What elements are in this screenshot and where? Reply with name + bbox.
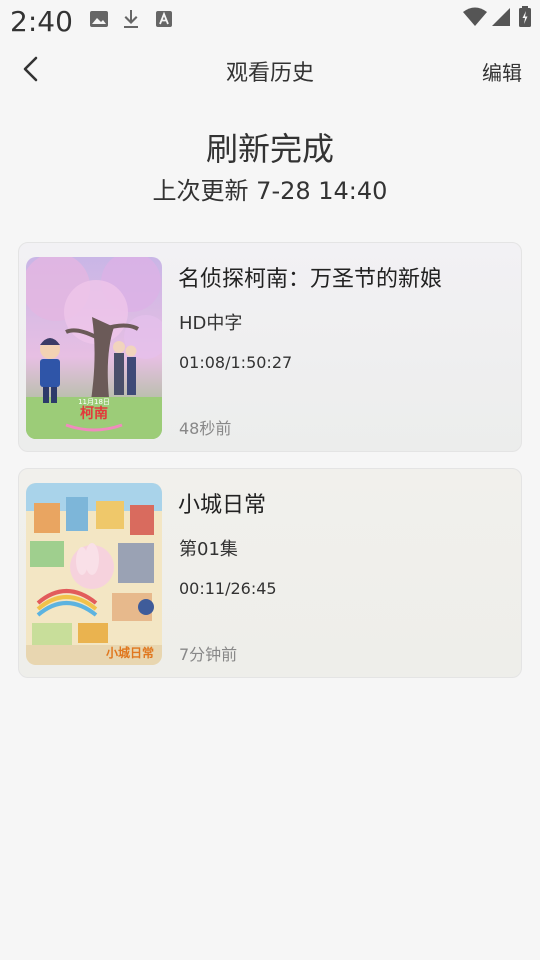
last-update-time: 上次更新 7-28 14:40 — [152, 177, 388, 205]
watched-time-ago: 7分钟前 — [179, 645, 238, 664]
poster-logo-text: 柯南 — [80, 405, 108, 422]
status-time: 2:40 — [10, 5, 73, 38]
edit-button[interactable]: 编辑 — [482, 57, 522, 86]
gallery-icon — [89, 10, 109, 32]
poster-image: 小城日常 — [26, 483, 162, 665]
watch-progress: 00:11/26:45 — [179, 579, 277, 598]
page-title: 观看历史 — [225, 61, 314, 86]
signal-icon — [490, 7, 512, 31]
download-icon — [122, 9, 140, 33]
video-subtitle: 第01集 — [179, 539, 238, 560]
status-bar: 2:40 — [0, 0, 540, 44]
text-icon — [155, 10, 173, 32]
chevron-left-icon — [23, 56, 38, 82]
refresh-status-title: 刷新完成 — [205, 130, 334, 168]
watch-progress: 01:08/1:50:27 — [179, 353, 293, 372]
watched-time-ago: 48秒前 — [179, 419, 232, 438]
video-title: 名侦探柯南：万圣节的新娘 — [178, 267, 443, 292]
poster-logo-text: 小城日常 — [106, 645, 154, 660]
poster-image: 11月18日 柯南 — [26, 257, 162, 439]
svg-text:11月18日: 11月18日 — [78, 398, 110, 406]
video-title: 小城日常 — [178, 493, 267, 518]
wifi-icon — [462, 7, 488, 31]
battery-icon — [518, 6, 532, 32]
history-item-city-daily[interactable]: 小城日常 小城日常 第01集 00:11/26:45 7分钟前 — [18, 468, 522, 678]
history-item-conan[interactable]: 11月18日 柯南 名侦探柯南：万圣节的新娘 HD中字 01:08/1:50:2… — [18, 242, 522, 452]
video-subtitle: HD中字 — [179, 313, 243, 334]
back-button[interactable] — [14, 52, 50, 88]
